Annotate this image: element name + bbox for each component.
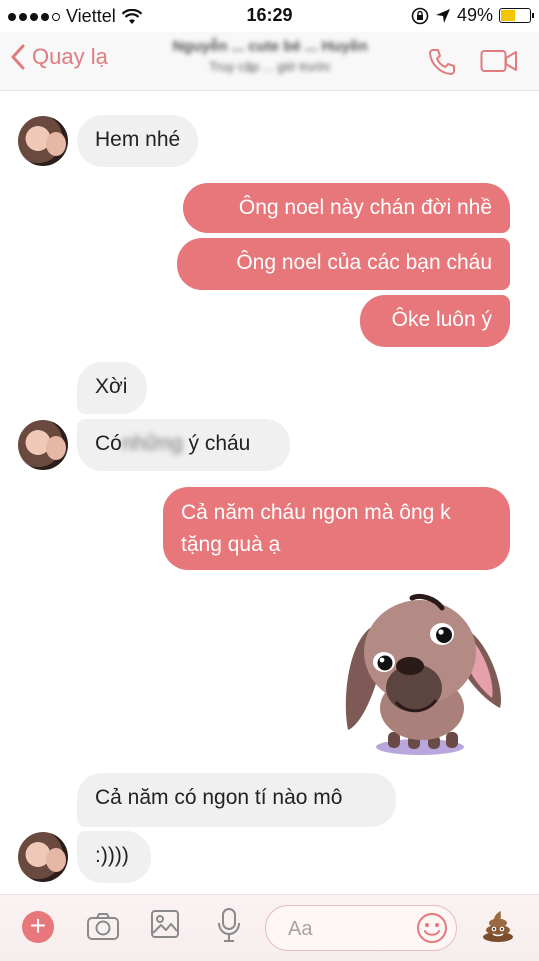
poo-icon[interactable] (481, 909, 515, 943)
avatar[interactable] (18, 116, 68, 166)
contact-name: Nguyễn ... cute bé ... Huyền (172, 38, 368, 55)
message-bubble-incoming[interactable]: Xời (77, 362, 147, 414)
emoji-icon[interactable] (416, 912, 448, 944)
back-label: Quay lạ (32, 44, 108, 69)
message-text: Ông noel này chán đời nhề (238, 196, 492, 219)
contact-status: Truy cập ... giờ trước (208, 59, 332, 74)
message-text: Cả năm có ngon tí nào mô (95, 786, 343, 809)
message-bubble-outgoing[interactable]: Ông noel này chán đời nhề (183, 183, 510, 233)
message-text: Xời (95, 375, 128, 398)
microphone-icon[interactable] (217, 907, 241, 943)
plus-icon[interactable]: + (22, 911, 54, 943)
message-text: Hem nhé (95, 128, 181, 151)
back-button[interactable]: Quay lạ (10, 44, 108, 70)
status-right: 49% (411, 5, 534, 26)
message-bubble-incoming[interactable]: :)))) (77, 831, 151, 883)
phone-icon[interactable] (426, 46, 458, 78)
location-arrow-icon (435, 8, 450, 23)
message-text: Ông noel của các bạn cháu (236, 251, 492, 274)
avatar[interactable] (18, 832, 68, 882)
avatar[interactable] (18, 420, 68, 470)
gallery-icon[interactable] (150, 909, 180, 939)
status-bar: Viettel 16:29 49% (0, 0, 539, 32)
message-bubble-outgoing[interactable]: Cả năm cháu ngon mà ông k tặng quà ạ (163, 487, 510, 570)
message-composer: + (0, 894, 539, 961)
message-text: :)))) (95, 844, 129, 867)
dog-sticker[interactable] (340, 590, 505, 758)
message-text-line: tặng quà ạ (181, 533, 281, 556)
camera-icon[interactable] (86, 911, 120, 941)
message-text: ý cháu (188, 432, 251, 455)
message-text-line: Cả năm cháu ngon mà ông k (181, 501, 451, 524)
rotation-lock-icon (411, 7, 429, 24)
battery-percent: 49% (456, 5, 493, 25)
message-bubble-outgoing[interactable]: Ôke luôn ý (360, 295, 510, 347)
chevron-left-icon (11, 44, 25, 70)
message-bubble-incoming[interactable]: Hem nhé (77, 115, 199, 167)
message-bubble-outgoing[interactable]: Ông noel của các bạn cháu (177, 238, 510, 290)
conversation-header: Quay lạ Nguyễn ... cute bé ... Huyền Tru… (0, 32, 539, 91)
video-camera-icon[interactable] (480, 48, 518, 74)
message-bubble-incoming[interactable]: Cónhững ý cháu (77, 419, 290, 471)
message-bubble-incoming[interactable]: Cả năm có ngon tí nào mô (77, 773, 396, 827)
message-input[interactable] (286, 917, 410, 942)
message-text: Có (95, 432, 122, 455)
message-text: Ôke luôn ý (391, 308, 492, 331)
battery-icon (499, 8, 534, 23)
blurred-text: những (121, 432, 183, 455)
contact-title[interactable]: Nguyễn ... cute bé ... Huyền Truy cập ..… (140, 38, 400, 74)
